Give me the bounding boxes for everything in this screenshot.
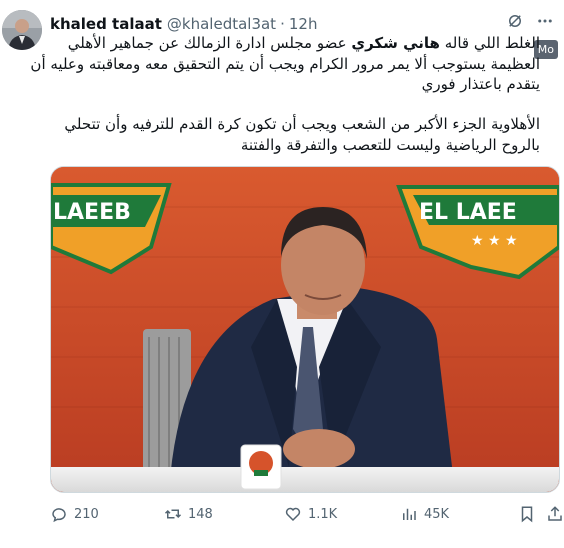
- media-photo: LAEEB EL LAEE ★ ★ ★: [51, 167, 559, 492]
- share-button[interactable]: [546, 505, 564, 523]
- backdrop-logo-left: LAEEB: [53, 200, 131, 225]
- views-count: 45K: [424, 506, 450, 522]
- repost-button[interactable]: 148: [164, 505, 213, 523]
- tweet-text-segment: الغلط اللي قاله: [439, 34, 540, 52]
- tweet-text-bold-name: هاني شكري: [351, 34, 440, 52]
- author-handle[interactable]: @khaledtal3at: [167, 15, 276, 33]
- tweet[interactable]: khaled talaat @khaledtal3at · 12h Mo الغ…: [0, 0, 564, 548]
- svg-text:★ ★ ★: ★ ★ ★: [471, 233, 518, 249]
- more-icon[interactable]: [534, 10, 556, 32]
- tweet-actions: 210 148 1.1K 45K: [50, 505, 562, 527]
- views-icon: [403, 508, 416, 520]
- tweet-top-actions: Mo: [504, 10, 558, 59]
- tweet-text-paragraph-1: الغلط اللي قاله هاني شكري عضو مجلس ادارة…: [30, 33, 540, 95]
- like-button[interactable]: 1.1K: [284, 505, 337, 523]
- separator-dot: ·: [280, 15, 285, 33]
- reply-count: 210: [74, 506, 99, 522]
- bookmark-icon: [521, 506, 533, 523]
- like-count: 1.1K: [308, 506, 338, 522]
- repost-icon: [164, 509, 182, 519]
- repost-count: 148: [188, 506, 213, 522]
- tweet-text-paragraph-2: الأهلاوية الجزء الأكبر من الشعب ويجب أن …: [64, 115, 540, 154]
- reply-button[interactable]: 210: [50, 505, 99, 523]
- like-icon: [285, 507, 301, 522]
- backdrop-logo-right: EL LAEE: [419, 200, 517, 225]
- author-name[interactable]: khaled talaat: [50, 15, 162, 33]
- share-icon: [548, 506, 562, 521]
- bookmark-button[interactable]: [518, 505, 536, 523]
- tweet-media-image[interactable]: LAEEB EL LAEE ★ ★ ★: [50, 166, 560, 493]
- reply-icon: [52, 508, 66, 523]
- tweet-header: khaled talaat @khaledtal3at · 12h: [50, 14, 317, 34]
- grok-icon[interactable]: [504, 10, 526, 32]
- views-button[interactable]: 45K: [400, 505, 449, 523]
- tweet-time[interactable]: 12h: [289, 15, 318, 33]
